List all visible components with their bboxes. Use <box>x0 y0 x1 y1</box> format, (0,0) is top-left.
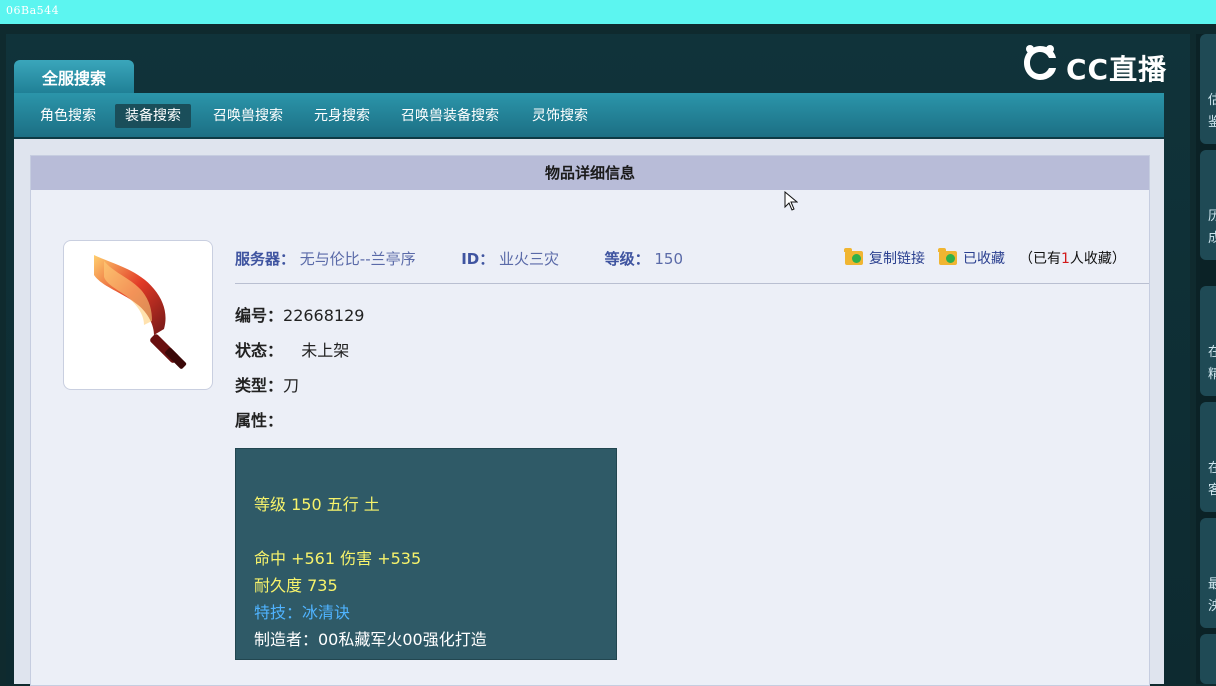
subnav-summon-search[interactable]: 召唤兽搜索 <box>203 104 293 128</box>
stat-line-special-skill: 特技：冰清诀 <box>254 603 351 622</box>
details-panel: 物品详细信息 服务器： 无与伦比--兰亭序 ID： 业火三灾 等级： 150 复… <box>14 139 1164 686</box>
status-value: 未上架 <box>301 341 350 360</box>
type-row: 类型：刀 <box>235 372 299 396</box>
top-bar: 06Ba544 <box>0 0 1216 24</box>
rail-card-4-text: 在 客 <box>1208 461 1216 498</box>
subnav-role-search[interactable]: 角色搜索 <box>30 104 106 128</box>
rail-card-5[interactable]: 最 泱 <box>1200 518 1216 628</box>
top-badge: 06Ba544 <box>6 4 60 17</box>
rail-card-6[interactable] <box>1200 634 1216 684</box>
favorite-count-suffix: 人收藏） <box>1069 251 1126 267</box>
rail-card-4[interactable]: 在 客 <box>1200 402 1216 512</box>
subnav-label: 灵饰搜索 <box>532 108 588 124</box>
subnav-label: 装备搜索 <box>125 108 181 124</box>
folder-favorite-icon <box>938 248 957 265</box>
level-label: 等级： <box>604 250 650 268</box>
details-title: 物品详细信息 <box>31 156 1149 190</box>
favorite-count-prefix: （已有 <box>1019 251 1061 267</box>
id-label: ID： <box>461 250 495 268</box>
rail-card-3[interactable]: 在 精 <box>1200 286 1216 396</box>
type-value: 刀 <box>283 376 300 395</box>
favorited-button[interactable]: 已收藏 <box>938 248 1005 268</box>
copy-link-label: 复制链接 <box>869 251 925 267</box>
copy-link-button[interactable]: 复制链接 <box>844 248 925 268</box>
subnav-equipment-search[interactable]: 装备搜索 <box>115 104 191 128</box>
tab-label: 全服搜索 <box>41 69 106 88</box>
rail-card-2[interactable]: 历 成 <box>1200 150 1216 260</box>
favorited-label: 已收藏 <box>963 251 1005 267</box>
subnav-label: 元身搜索 <box>314 108 370 124</box>
rail-card-5-text: 最 泱 <box>1208 577 1216 614</box>
serial-row: 编号：22668129 <box>235 302 364 326</box>
favorite-count: （已有1人收藏） <box>1019 248 1126 268</box>
rail-card-2-text: 历 成 <box>1208 209 1216 246</box>
attributes-row: 属性： <box>235 407 283 431</box>
server-label: 服务器： <box>235 250 296 268</box>
rail-card-1[interactable]: 估 鉴 <box>1200 34 1216 144</box>
stat-line-hit-damage: 命中 +561 伤害 +535 <box>254 549 422 568</box>
item-image <box>63 240 213 390</box>
details-card: 物品详细信息 服务器： 无与伦比--兰亭序 ID： 业火三灾 等级： 150 复… <box>30 155 1150 686</box>
search-subnav: 角色搜索 装备搜索 召唤兽搜索 元身搜索 召唤兽装备搜索 灵饰搜索 <box>14 93 1164 139</box>
brand-name: CC直播 <box>1066 53 1168 86</box>
subnav-label: 召唤兽装备搜索 <box>401 108 499 124</box>
subnav-label: 召唤兽搜索 <box>213 108 283 124</box>
favorite-count-value: 1 <box>1061 251 1070 267</box>
rail-card-1-text: 估 鉴 <box>1208 93 1216 130</box>
subnav-label: 角色搜索 <box>40 108 96 124</box>
stat-line-durability: 耐久度 735 <box>254 576 338 595</box>
fire-blade-icon <box>94 255 187 369</box>
item-actions: 复制链接 已收藏 （已有1人收藏） <box>844 248 1126 268</box>
attributes-box: 等级 150 五行 土 命中 +561 伤害 +535 耐久度 735 特技：冰… <box>235 448 617 660</box>
status-label: 状态： <box>235 341 284 360</box>
server-value: 无与伦比--兰亭序 <box>299 250 416 268</box>
level-value: 150 <box>654 250 684 268</box>
subnav-yuanshen-search[interactable]: 元身搜索 <box>304 104 380 128</box>
serial-value: 22668129 <box>283 306 365 325</box>
brand-logo: CC直播 <box>1016 38 1176 88</box>
rail-card-3-text: 在 精 <box>1208 345 1216 382</box>
id-value: 业火三灾 <box>499 250 560 268</box>
folder-copy-icon <box>844 248 863 265</box>
stat-line-level-element: 等级 150 五行 土 <box>254 495 380 514</box>
type-label: 类型： <box>235 376 284 395</box>
subnav-ornament-search[interactable]: 灵饰搜索 <box>522 104 598 128</box>
serial-label: 编号： <box>235 306 284 325</box>
cc-logo-icon <box>1024 45 1056 80</box>
status-row: 状态： 未上架 <box>235 337 349 361</box>
item-summary-row: 服务器： 无与伦比--兰亭序 ID： 业火三灾 等级： 150 <box>235 248 683 269</box>
tab-all-server-search[interactable]: 全服搜索 <box>14 60 134 94</box>
subnav-summon-equipment-search[interactable]: 召唤兽装备搜索 <box>391 104 509 128</box>
attributes-label: 属性： <box>235 411 284 430</box>
stat-line-maker: 制造者：00私藏军火00强化打造 <box>254 630 487 649</box>
summary-divider <box>235 283 1149 284</box>
